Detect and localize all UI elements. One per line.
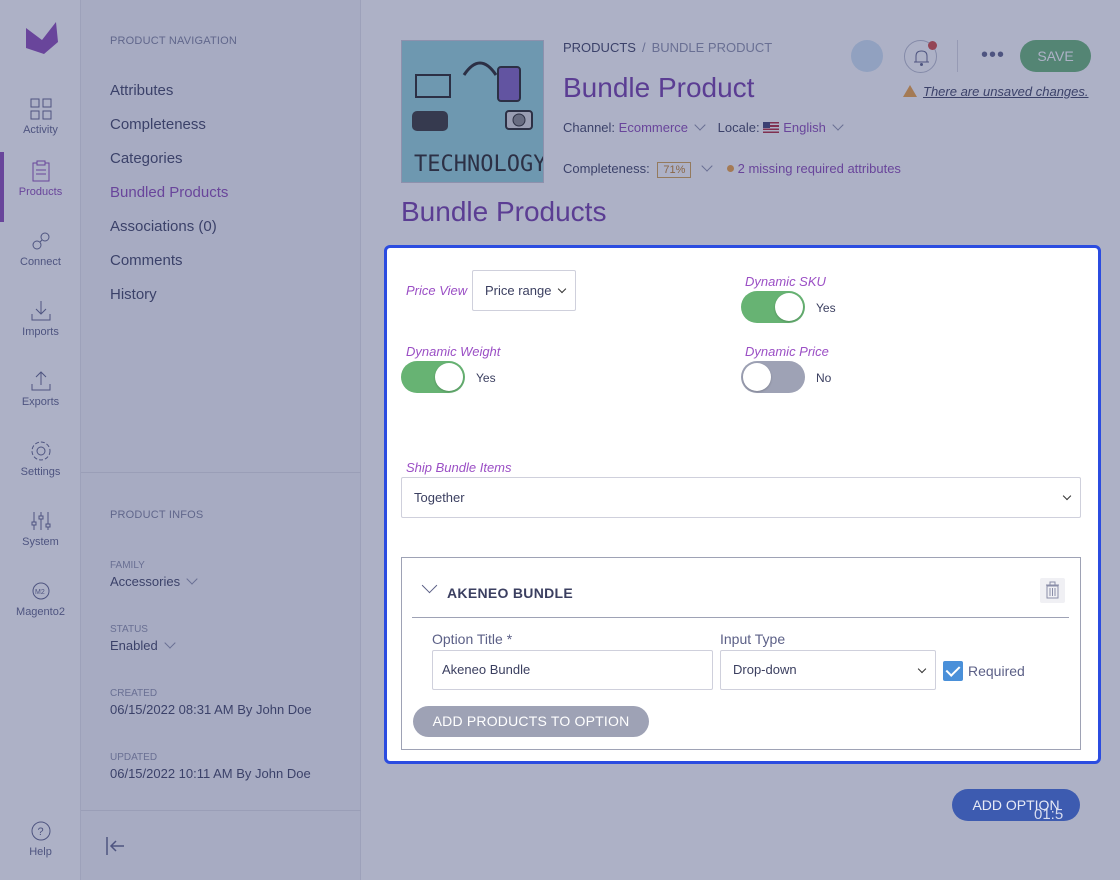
toggle-knob	[435, 363, 463, 391]
dynamic-weight-value: Yes	[476, 371, 496, 385]
input-type-value: Drop-down	[733, 662, 797, 677]
ship-bundle-items-select[interactable]: Together	[401, 477, 1081, 518]
input-type-label: Input Type	[720, 631, 786, 647]
timer-readout: 01:5	[1034, 806, 1064, 823]
bundle-option-card: AKENEO BUNDLE Option Title * Akeneo Bund…	[401, 557, 1081, 750]
dynamic-weight-label: Dynamic Weight	[406, 344, 501, 359]
ship-bundle-items-label: Ship Bundle Items	[406, 460, 512, 475]
dynamic-sku-toggle[interactable]	[741, 291, 805, 323]
price-view-label: Price View	[406, 283, 468, 298]
option-title-input[interactable]: Akeneo Bundle	[432, 650, 713, 690]
dynamic-sku-label: Dynamic SKU	[745, 274, 826, 289]
chevron-down-icon[interactable]	[421, 577, 438, 594]
price-view-select[interactable]: Price range	[472, 270, 576, 311]
trash-icon	[1046, 581, 1059, 599]
dynamic-price-label: Dynamic Price	[745, 344, 829, 359]
chevron-down-icon	[917, 664, 927, 674]
chevron-down-icon	[557, 284, 567, 294]
required-checkbox[interactable]	[943, 661, 963, 681]
option-title-label: Option Title *	[432, 631, 513, 647]
delete-option-button[interactable]	[1040, 578, 1065, 603]
input-type-select[interactable]: Drop-down	[720, 650, 936, 690]
bundle-settings-panel: Price View Price range Dynamic SKU Yes D…	[384, 245, 1101, 764]
bundle-option-header[interactable]: AKENEO BUNDLE	[412, 558, 1069, 618]
ship-bundle-items-value: Together	[414, 490, 465, 505]
chevron-down-icon	[1062, 491, 1072, 501]
dynamic-sku-value: Yes	[816, 301, 836, 315]
toggle-knob	[775, 293, 803, 321]
bundle-option-title: AKENEO BUNDLE	[447, 585, 574, 601]
dynamic-weight-toggle[interactable]	[401, 361, 465, 393]
toggle-knob	[743, 363, 771, 391]
price-view-value: Price range	[485, 283, 552, 298]
required-label: Required	[968, 663, 1025, 679]
dynamic-price-value: No	[816, 371, 832, 385]
add-products-to-option-button[interactable]: ADD PRODUCTS TO OPTION	[413, 706, 649, 737]
dynamic-price-toggle[interactable]	[741, 361, 805, 393]
